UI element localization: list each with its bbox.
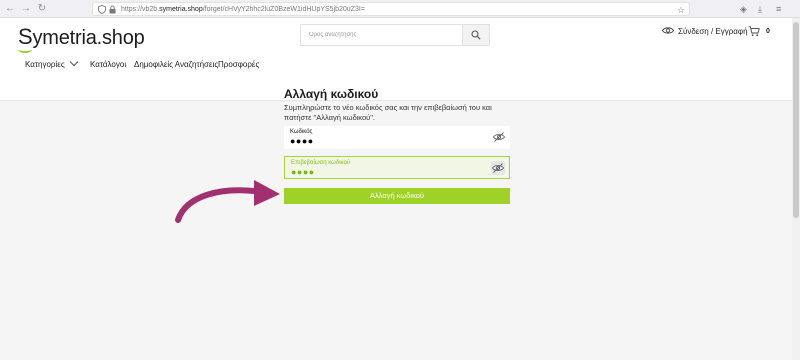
confirm-password-field[interactable]: Επιβεβαίωση κωδικού ●●●● [284,156,510,179]
browser-toolbar: ← → ↻ https://vb2b.symetria.shop/forget/… [0,0,800,18]
page-title: Αλλαγή κωδικού [284,87,379,101]
url-text: https://vb2b.symetria.shop/forget/cHVyY2… [121,6,365,13]
cart-icon[interactable] [748,26,760,37]
search-icon [471,30,481,40]
scroll-thumb[interactable] [793,22,799,218]
login-label: Σύνδεση / Εγγραφή [678,27,748,36]
star-icon[interactable]: ☆ [677,4,685,16]
back-icon[interactable]: ← [4,3,16,15]
search-input[interactable] [301,25,463,45]
shield-icon [98,5,106,14]
menu-item-popular-searches[interactable]: Δημοφιλείς Αναζητήσεις [134,60,218,69]
site-logo[interactable]: Symetria.shop [18,24,145,50]
site-header: Symetria.shop Σύνδεση / Εγγραφή 0 Κατηγο… [0,18,792,101]
pocket-icon[interactable]: ◈ [740,3,747,15]
password-value: ●●●● [290,136,314,146]
password-label: Κωδικός [290,129,313,135]
search-box [300,24,490,46]
search-button[interactable] [462,25,489,45]
confirm-password-label: Επιβεβαίωση κωδικού [291,160,351,166]
menu-icon[interactable]: ≡ [776,3,781,15]
password-field[interactable]: Κωδικός ●●●● [284,126,510,149]
confirm-password-value: ●●●● [291,167,315,177]
eye-icon [662,27,674,34]
address-bar[interactable]: https://vb2b.symetria.shop/forget/cHVyY2… [92,2,690,16]
forward-icon[interactable]: → [20,3,32,15]
menu-item-catalogs[interactable]: Κατάλογοι [90,60,126,69]
login-link[interactable]: Σύνδεση / Εγγραφή [662,27,748,36]
eye-slash-icon[interactable] [492,130,506,144]
eye-slash-icon[interactable] [491,161,505,175]
menu-item-offers[interactable]: Προσφορές [218,60,259,69]
cart-count: 0 [766,28,770,35]
chevron-down-icon [69,57,78,67]
page-scrollbar[interactable] [792,18,800,360]
lock-icon [109,5,116,14]
menu-item-categories[interactable]: Κατηγορίες [25,57,78,69]
download-icon[interactable]: ⤓ [758,3,762,15]
reload-icon[interactable]: ↻ [36,3,48,15]
form-instructions: Συμπληρώστε το νέο κωδικός σας και την ε… [284,103,492,122]
annotation-arrow [175,180,280,223]
change-password-button[interactable]: Αλλαγή κωδικού [284,188,510,204]
logo-swoosh [18,46,32,53]
